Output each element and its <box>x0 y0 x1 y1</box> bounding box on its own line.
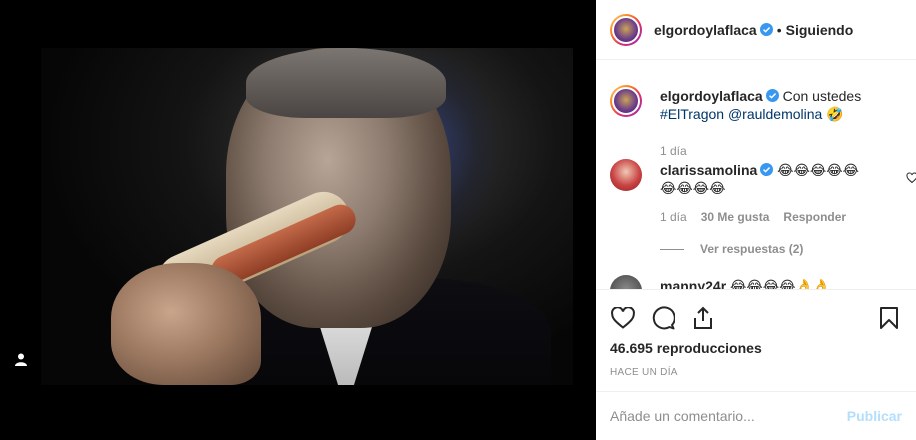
caption-emoji: 🤣 <box>826 107 844 123</box>
caption: elgordoylaflaca Con ustedes #ElTragon @r… <box>610 85 910 160</box>
heart-icon[interactable] <box>610 305 636 331</box>
comment-icon[interactable] <box>650 305 676 331</box>
video-player[interactable] <box>0 0 596 440</box>
person-icon[interactable] <box>12 350 30 368</box>
comment-time[interactable]: 1 día <box>660 208 687 226</box>
verified-icon <box>760 163 774 176</box>
post-panel: elgordoylaflaca • Siguiendo elgordoylafl… <box>596 0 916 440</box>
video-frame[interactable] <box>41 48 573 385</box>
avatar[interactable] <box>610 13 642 46</box>
view-replies-label: Ver respuestas (2) <box>700 242 804 256</box>
hand <box>111 263 261 385</box>
comment-username[interactable]: clarissamolina <box>660 162 757 178</box>
mention-link[interactable]: @rauldemolina <box>728 106 822 122</box>
verified-icon <box>765 89 779 102</box>
hashtag-link[interactable]: #ElTragon <box>660 106 724 122</box>
reply-button[interactable]: Responder <box>783 208 846 226</box>
avatar[interactable] <box>610 85 642 117</box>
comment-item: clarissamolina 😂😂😂😂😂 😂😂😂😂 1 día 30 Me gu… <box>610 159 916 258</box>
comments-list[interactable]: elgordoylaflaca Con ustedes #ElTragon @r… <box>596 61 916 289</box>
replies-divider <box>660 248 684 250</box>
post-header: elgordoylaflaca • Siguiendo <box>596 0 916 60</box>
avatar[interactable] <box>610 159 642 191</box>
comment-likes[interactable]: 30 Me gusta <box>701 208 770 226</box>
caption-time[interactable]: 1 día <box>660 142 687 160</box>
caption-username[interactable]: elgordoylaflaca <box>660 88 763 104</box>
caption-text: Con ustedes <box>782 88 862 104</box>
comment-input[interactable] <box>610 408 847 424</box>
comment-username[interactable]: manny24r <box>660 278 726 289</box>
comment-text: 😂😂😂😂👌👌 <box>730 279 831 289</box>
bookmark-icon[interactable] <box>876 305 902 331</box>
post-timestamp[interactable]: Hace un día <box>610 367 902 378</box>
comment-item: manny24r 😂😂😂😂👌👌 <box>610 275 910 289</box>
verified-icon <box>759 23 773 36</box>
view-count[interactable]: 46.695 reproducciones <box>610 340 902 356</box>
hair <box>246 48 446 118</box>
following-button[interactable]: Siguiendo <box>786 22 854 38</box>
comment-like-icon[interactable] <box>906 172 916 184</box>
action-bar: 46.695 reproducciones Hace un día <box>596 289 916 378</box>
comment-text: 😂😂😂😂😂 <box>777 163 859 179</box>
view-replies-button[interactable]: Ver respuestas (2) <box>660 240 874 258</box>
publish-button[interactable]: Publicar <box>847 408 902 424</box>
share-icon[interactable] <box>690 305 716 331</box>
header-username[interactable]: elgordoylaflaca <box>654 22 757 38</box>
avatar[interactable] <box>610 275 642 289</box>
add-comment-bar: Publicar <box>596 391 916 440</box>
comment-text-continued: 😂😂😂😂 <box>660 181 726 197</box>
separator-dot: • <box>776 21 782 38</box>
